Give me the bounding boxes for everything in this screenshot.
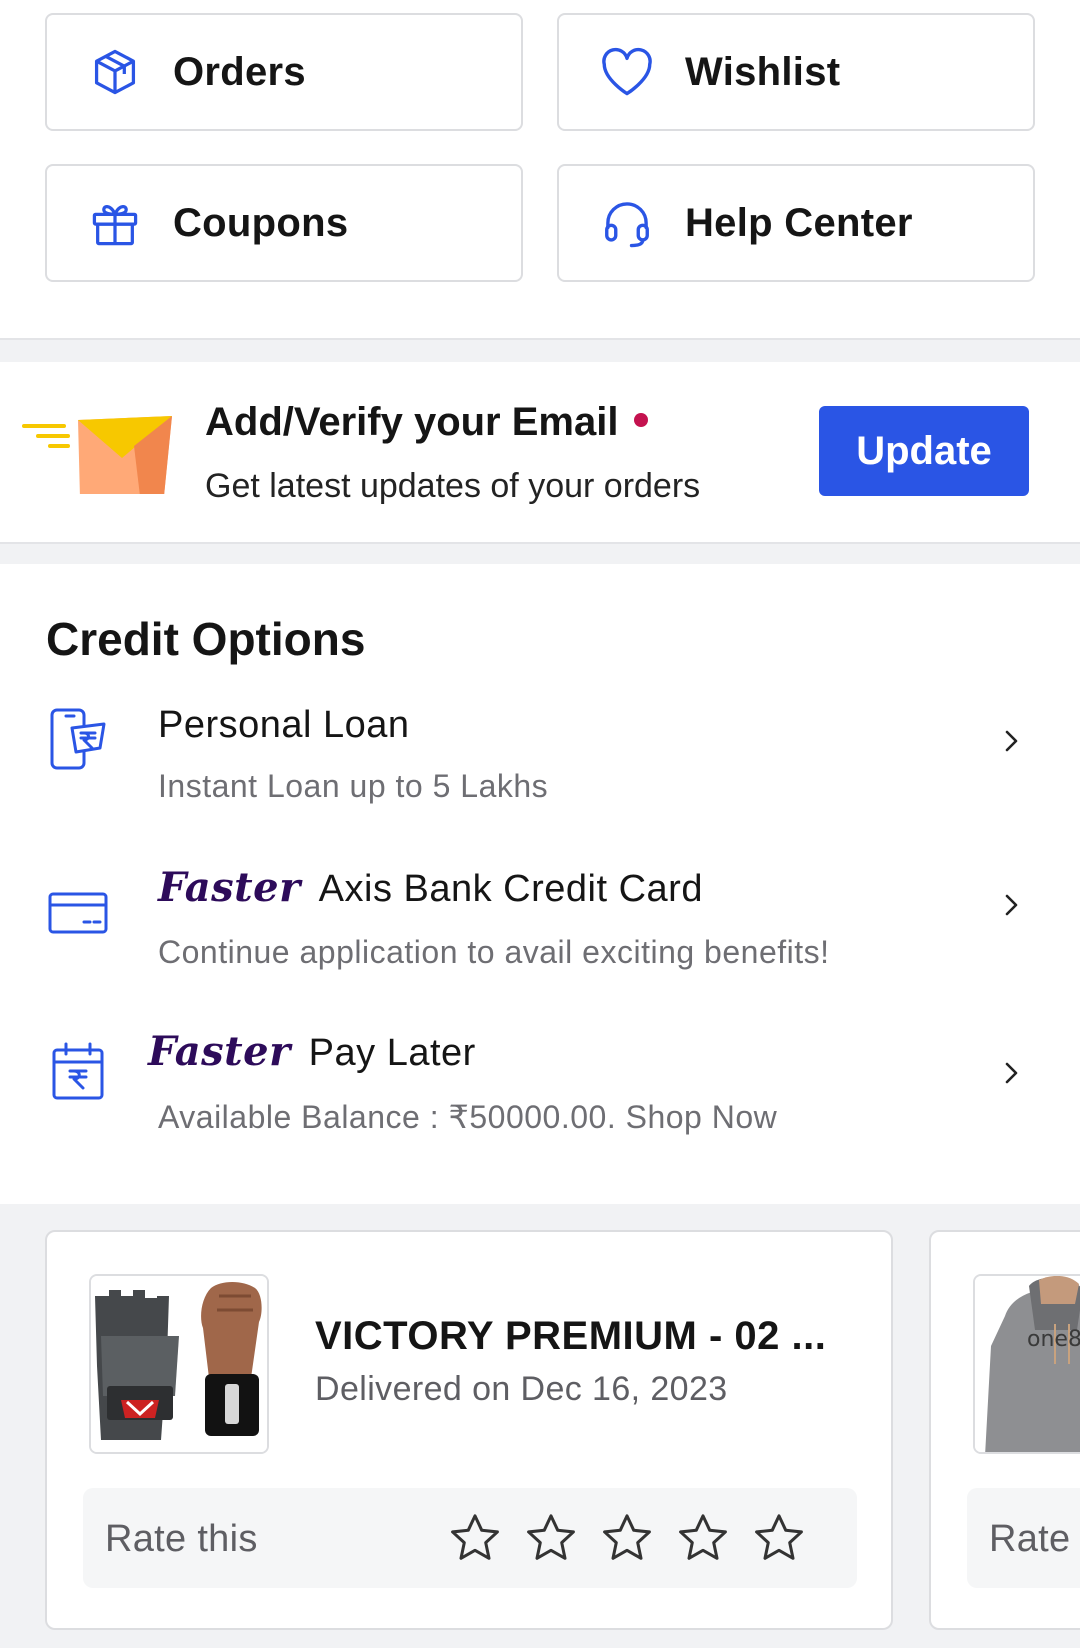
coupons-label: Coupons: [173, 200, 349, 245]
credit-item-title: Personal Loan: [158, 704, 410, 746]
quick-actions-grid: Orders Wishlist Coupons Help Center: [0, 0, 1080, 338]
wishlist-label: Wishlist: [685, 49, 841, 94]
help-center-label: Help Center: [685, 200, 913, 245]
rate-label: Rate this: [989, 1518, 1080, 1560]
product-thumbnail: one8: [973, 1274, 1080, 1454]
rating-box: Rate this: [83, 1488, 857, 1588]
gift-icon: [87, 195, 143, 251]
faster-badge: Faster: [158, 864, 301, 911]
credit-card-icon: [48, 892, 108, 934]
thumb-brand-text: one8: [1027, 1327, 1080, 1352]
product-thumbnail: [89, 1274, 269, 1454]
faster-badge: Faster: [148, 1028, 291, 1075]
package-icon: [87, 44, 143, 100]
chevron-right-icon: [1005, 1062, 1018, 1084]
credit-item-personal-loan[interactable]: Personal Loan Instant Loan up to 5 Lakhs: [0, 704, 1080, 854]
credit-item-subtitle: Available Balance : ₹50000.00. Shop Now: [158, 1099, 778, 1135]
credit-item-title: Faster Axis Bank Credit Card: [158, 864, 703, 911]
credit-options-section: Credit Options Personal Loan Instant Loa…: [0, 564, 1080, 1204]
verify-email-banner: Add/Verify your Email Get latest updates…: [0, 362, 1080, 542]
star-2-icon[interactable]: [523, 1510, 579, 1566]
hoodie-image: one8: [975, 1276, 1080, 1452]
star-5-icon[interactable]: [751, 1510, 807, 1566]
recent-orders-carousel[interactable]: VICTORY PREMIUM - 02 ... Delivered on De…: [0, 1204, 1080, 1648]
phone-rupee-icon: [50, 708, 106, 770]
order-card[interactable]: VICTORY PREMIUM - 02 ... Delivered on De…: [45, 1230, 893, 1630]
help-center-button[interactable]: Help Center: [557, 164, 1035, 282]
gym-gloves-image: [91, 1276, 267, 1452]
calendar-rupee-icon: [52, 1042, 104, 1100]
update-button[interactable]: Update: [819, 406, 1029, 496]
order-delivery-status: Delivered on Dec 16, 2023: [315, 1370, 728, 1408]
heart-icon: [599, 44, 655, 100]
email-banner-subtitle: Get latest updates of your orders: [205, 467, 701, 505]
star-1-icon[interactable]: [447, 1510, 503, 1566]
headset-icon: [599, 195, 655, 251]
credit-item-title-text: Pay Later: [308, 1032, 476, 1074]
credit-item-pay-later[interactable]: Faster Pay Later Available Balance : ₹500…: [0, 1028, 1080, 1186]
section-title: Credit Options: [46, 613, 366, 665]
credit-item-subtitle: Continue application to avail exciting b…: [158, 934, 830, 970]
rating-box: Rate this: [967, 1488, 1080, 1588]
credit-item-title: Faster Pay Later: [148, 1028, 476, 1075]
credit-item-subtitle: Instant Loan up to 5 Lakhs: [158, 768, 549, 804]
wishlist-button[interactable]: Wishlist: [557, 13, 1035, 131]
credit-item-title-text: Axis Bank Credit Card: [318, 868, 703, 910]
orders-button[interactable]: Orders: [45, 13, 523, 131]
email-banner-title-text: Add/Verify your Email: [205, 400, 619, 444]
section-divider: [0, 338, 1080, 362]
rate-label: Rate this: [105, 1518, 258, 1560]
order-product-name: VICTORY PREMIUM - 02 ...: [315, 1314, 827, 1358]
notification-dot: [634, 413, 649, 427]
section-divider: [0, 542, 1080, 564]
email-banner-title: Add/Verify your Email: [205, 400, 649, 445]
coupons-button[interactable]: Coupons: [45, 164, 523, 282]
order-card[interactable]: one8 Rate this: [929, 1230, 1080, 1630]
chevron-right-icon: [1005, 894, 1018, 916]
credit-item-axis-credit-card[interactable]: Faster Axis Bank Credit Card Continue app…: [0, 864, 1080, 1020]
orders-label: Orders: [173, 49, 306, 94]
chevron-right-icon: [1005, 730, 1018, 752]
star-4-icon[interactable]: [675, 1510, 731, 1566]
star-3-icon[interactable]: [599, 1510, 655, 1566]
envelope-icon: [22, 416, 172, 494]
